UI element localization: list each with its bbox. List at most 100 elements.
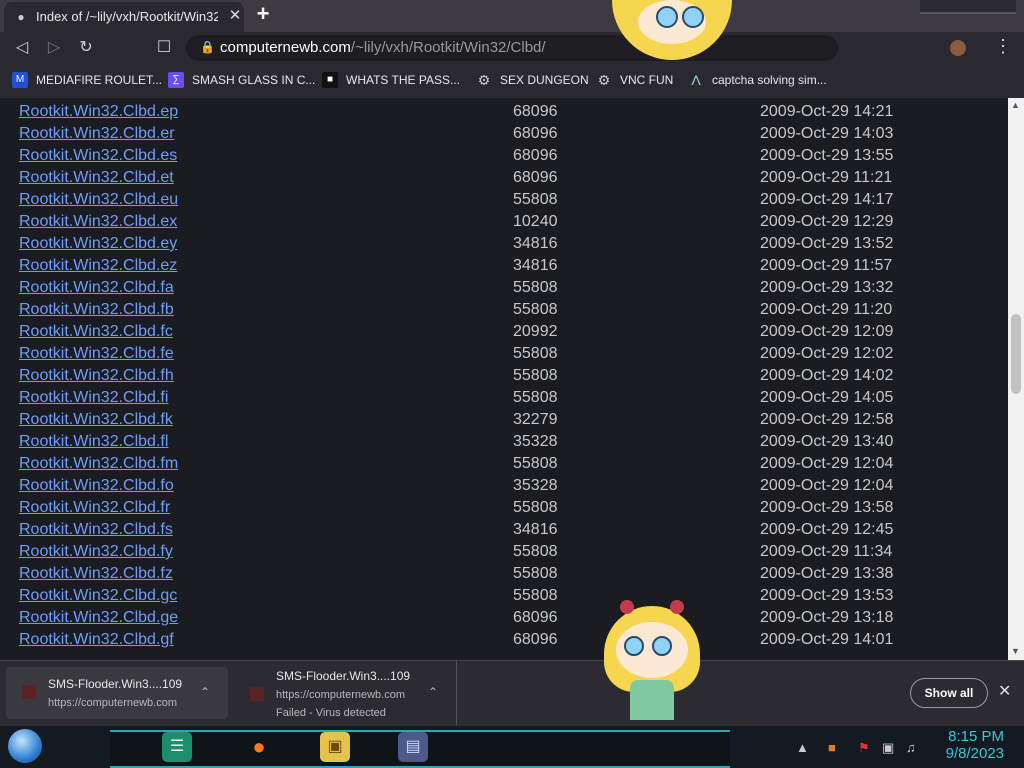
folder-icon[interactable]: ▣: [320, 732, 350, 762]
file-link[interactable]: Rootkit.Win32.Clbd.es: [19, 147, 177, 165]
table-row: Rootkit.Win32.Clbd.fz 55808 2009-Oct-29 13…: [0, 563, 1008, 585]
downloads-bar: SMS-Flooder.Win3....109 https://computer…: [0, 660, 1024, 727]
file-link[interactable]: Rootkit.Win32.Clbd.fo: [19, 477, 174, 495]
file-size: 34816: [513, 235, 558, 252]
file-link[interactable]: Rootkit.Win32.Clbd.gc: [19, 587, 177, 605]
file-link[interactable]: Rootkit.Win32.Clbd.fe: [19, 345, 174, 363]
file-size: 55808: [513, 565, 558, 582]
tab-active[interactable]: ● Index of /~lily/vxh/Rootkit/Win32/ ✕: [4, 2, 244, 32]
file-link[interactable]: Rootkit.Win32.Clbd.ey: [19, 235, 177, 253]
download-item-1[interactable]: SMS-Flooder.Win3....109 https://computer…: [6, 667, 228, 719]
file-link[interactable]: Rootkit.Win32.Clbd.fm: [19, 455, 178, 473]
file-link[interactable]: Rootkit.Win32.Clbd.ge: [19, 609, 178, 627]
window-app-icon[interactable]: ▤: [398, 732, 428, 762]
flag-icon[interactable]: ⚑: [858, 740, 870, 756]
chevron-up-icon[interactable]: ⌃: [200, 685, 210, 699]
url-text[interactable]: computernewb.com/~lily/vxh/Rootkit/Win32…: [220, 39, 546, 56]
file-link[interactable]: Rootkit.Win32.Clbd.fr: [19, 499, 170, 517]
file-size: 68096: [513, 609, 558, 626]
menu-dots-icon[interactable]: ⋮: [994, 36, 1012, 57]
file-link[interactable]: Rootkit.Win32.Clbd.fh: [19, 367, 174, 385]
sticker-eye: [682, 6, 704, 28]
gear-icon: ⚙: [597, 72, 611, 88]
bookmark-item-captcha[interactable]: Λcaptcha solving sim...: [688, 72, 826, 90]
show-all-button[interactable]: Show all: [910, 678, 988, 708]
bookmark-item-smash-glass[interactable]: ∑ SMASH GLASS IN C...: [168, 72, 315, 90]
file-size: 55808: [513, 191, 558, 208]
scroll-up-icon[interactable]: ▲: [1011, 100, 1020, 110]
file-link[interactable]: Rootkit.Win32.Clbd.et: [19, 169, 174, 187]
file-link[interactable]: Rootkit.Win32.Clbd.ez: [19, 257, 177, 275]
tab-close-icon[interactable]: ✕: [226, 7, 244, 25]
file-date: 2009-Oct-29 12:29: [760, 213, 894, 230]
file-date: 2009-Oct-29 12:04: [760, 477, 894, 494]
bookmark-item-mediafire[interactable]: M MEDIAFIRE ROULET...: [12, 72, 162, 90]
file-date: 2009-Oct-29 12:09: [760, 323, 894, 340]
table-row: Rootkit.Win32.Clbd.fr 55808 2009-Oct-29 13…: [0, 497, 1008, 519]
character-sticker-top: [612, 0, 732, 60]
back-arrow-icon[interactable]: ◁: [12, 38, 32, 58]
mediafire-icon: M: [12, 72, 28, 88]
chevron-up-icon[interactable]: ⌃: [428, 685, 438, 699]
table-row: Rootkit.Win32.Clbd.fc 20992 2009-Oct-29 12…: [0, 321, 1008, 343]
scrollbar-thumb[interactable]: [1011, 314, 1021, 394]
bookmark-label: MEDIAFIRE ROULET...: [36, 73, 163, 87]
file-date: 2009-Oct-29 14:17: [760, 191, 894, 208]
bookmark-item-vnc-fun[interactable]: ⚙ VNC FUN: [596, 72, 674, 90]
file-link[interactable]: Rootkit.Win32.Clbd.fb: [19, 301, 174, 319]
table-row: Rootkit.Win32.Clbd.fy 55808 2009-Oct-29 11…: [0, 541, 1008, 563]
download-filename: SMS-Flooder.Win3....109: [276, 669, 411, 683]
url-path: /~lily/vxh/Rootkit/Win32/Clbd/: [350, 39, 546, 56]
new-tab-button[interactable]: +: [252, 3, 274, 26]
file-link[interactable]: Rootkit.Win32.Clbd.fa: [19, 279, 174, 297]
file-icon: [250, 687, 264, 701]
file-date: 2009-Oct-29 13:53: [760, 587, 894, 604]
table-row: Rootkit.Win32.Clbd.ez 34816 2009-Oct-29 11…: [0, 255, 1008, 277]
network-tray-icon[interactable]: ▲: [796, 740, 809, 755]
forward-arrow-icon[interactable]: ▷: [44, 38, 64, 58]
download-status: Failed - Virus detected: [276, 707, 386, 719]
file-date: 2009-Oct-29 14:05: [760, 389, 894, 406]
file-date: 2009-Oct-29 11:20: [760, 301, 893, 318]
file-link[interactable]: Rootkit.Win32.Clbd.fk: [19, 411, 173, 429]
file-link[interactable]: Rootkit.Win32.Clbd.ep: [19, 103, 178, 121]
file-size: 68096: [513, 125, 558, 142]
address-bar[interactable]: 🔒 computernewb.com/~lily/vxh/Rootkit/Win…: [186, 35, 838, 61]
reload-icon[interactable]: ↻: [76, 38, 96, 58]
firefox-icon[interactable]: ●: [244, 732, 274, 762]
file-link[interactable]: Rootkit.Win32.Clbd.fi: [19, 389, 168, 407]
bookmark-item-whats-the-pass[interactable]: ■ WHATS THE PASS...: [322, 72, 460, 90]
file-date: 2009-Oct-29 12:58: [760, 411, 894, 428]
file-link[interactable]: Rootkit.Win32.Clbd.ex: [19, 213, 177, 231]
file-link[interactable]: Rootkit.Win32.Clbd.fc: [19, 323, 173, 341]
file-link[interactable]: Rootkit.Win32.Clbd.fz: [19, 565, 173, 583]
monitor-icon[interactable]: ▣: [882, 740, 894, 756]
speaker-icon[interactable]: ♫: [906, 740, 916, 755]
file-date: 2009-Oct-29 11:34: [760, 543, 893, 560]
download-item-2[interactable]: SMS-Flooder.Win3....109 https://computer…: [234, 661, 457, 725]
file-link[interactable]: Rootkit.Win32.Clbd.er: [19, 125, 175, 143]
table-row: Rootkit.Win32.Clbd.es 68096 2009-Oct-29 13…: [0, 145, 1008, 167]
file-date: 2009-Oct-29 11:57: [760, 257, 893, 274]
start-orb-icon[interactable]: [8, 729, 42, 763]
file-date: 2009-Oct-29 11:21: [760, 169, 893, 186]
file-link[interactable]: Rootkit.Win32.Clbd.gf: [19, 631, 174, 649]
file-icon: [22, 685, 36, 699]
bookmark-item-sex-dungeon[interactable]: ⚙ SEX DUNGEON: [476, 72, 589, 90]
bookmark-icon[interactable]: ☐: [154, 38, 174, 58]
profile-avatar[interactable]: [950, 40, 966, 56]
app-tray-icon[interactable]: ■: [828, 740, 836, 755]
system-clock[interactable]: 8:15 PM 9/8/2023: [930, 728, 1004, 762]
close-icon[interactable]: ✕: [998, 681, 1011, 701]
file-link[interactable]: Rootkit.Win32.Clbd.fy: [19, 543, 173, 561]
file-link[interactable]: Rootkit.Win32.Clbd.fs: [19, 521, 173, 539]
file-size: 34816: [513, 257, 558, 274]
notes-app-icon[interactable]: ☰: [162, 732, 192, 762]
file-size: 32279: [513, 411, 558, 428]
file-link[interactable]: Rootkit.Win32.Clbd.fl: [19, 433, 168, 451]
file-size: 68096: [513, 147, 558, 164]
bookmark-label: VNC FUN: [620, 73, 674, 87]
file-link[interactable]: Rootkit.Win32.Clbd.eu: [19, 191, 178, 209]
scroll-down-icon[interactable]: ▼: [1011, 646, 1020, 656]
page-scrollbar[interactable]: ▲ ▼: [1008, 98, 1024, 660]
